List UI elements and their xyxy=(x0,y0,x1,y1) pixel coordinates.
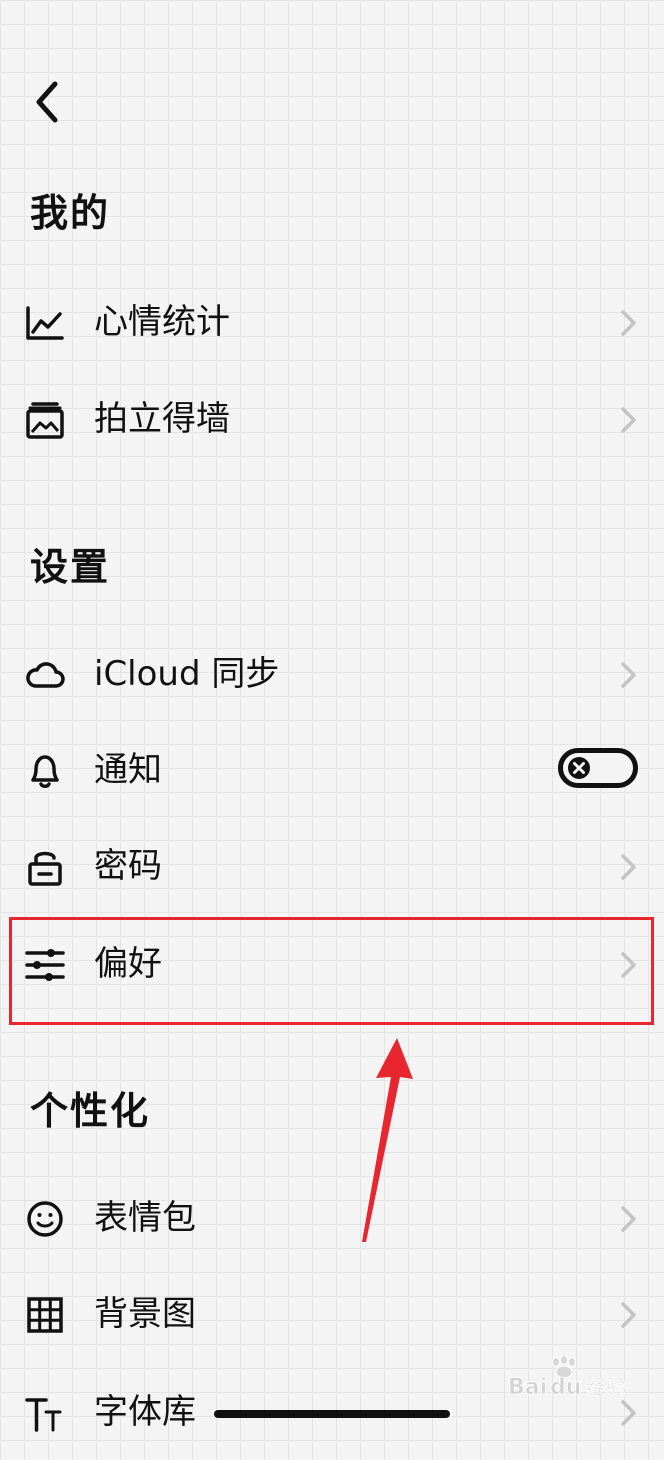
notifications-toggle[interactable] xyxy=(558,748,638,788)
svg-text:du: du xyxy=(550,1375,581,1400)
menu-item-label: 密码 xyxy=(94,846,162,886)
chevron-right-icon xyxy=(621,1206,636,1232)
menu-item-password[interactable]: 密码 xyxy=(0,818,664,914)
svg-text:Bai: Bai xyxy=(508,1375,547,1400)
grid-icon xyxy=(27,1297,63,1333)
menu-item-label: 心情统计 xyxy=(94,302,230,342)
chevron-right-icon xyxy=(621,407,636,433)
lock-icon xyxy=(28,851,62,886)
section-title-mine: 我的 xyxy=(30,191,111,235)
menu-item-icloud-sync[interactable]: iCloud 同步 xyxy=(0,626,664,722)
photo-album-icon xyxy=(26,402,64,439)
menu-item-label: 通知 xyxy=(94,750,162,790)
chevron-right-icon xyxy=(621,1400,636,1426)
menu-item-mood-stats[interactable]: 心情统计 xyxy=(0,274,664,370)
chevron-right-icon xyxy=(621,854,636,880)
menu-item-label: 背景图 xyxy=(94,1294,196,1334)
highlight-box xyxy=(9,917,654,1025)
svg-text:经验: 经验 xyxy=(586,1375,626,1399)
chevron-right-icon xyxy=(621,1302,636,1328)
menu-item-stickers[interactable]: 表情包 xyxy=(0,1170,664,1266)
bell-icon xyxy=(31,755,59,788)
annotation-arrow-icon xyxy=(362,1038,413,1242)
chart-line-icon xyxy=(26,306,64,340)
menu-item-notifications[interactable]: 通知 xyxy=(0,722,664,818)
chevron-right-icon xyxy=(621,662,636,688)
menu-item-backgrounds[interactable]: 背景图 xyxy=(0,1266,664,1362)
smiley-icon xyxy=(27,1201,63,1237)
cloud-icon xyxy=(26,662,65,688)
chevron-left-icon xyxy=(36,81,58,123)
watermark-logo: Bai du 经验 xyxy=(508,1356,626,1400)
section-title-settings: 设置 xyxy=(30,545,111,589)
home-indicator[interactable] xyxy=(214,1410,450,1418)
back-button[interactable] xyxy=(22,78,70,126)
menu-item-label: 拍立得墙 xyxy=(94,399,230,439)
menu-item-label: 字体库 xyxy=(94,1392,196,1432)
chevron-right-icon xyxy=(621,310,636,336)
menu-item-photo-wall[interactable]: 拍立得墙 xyxy=(0,371,664,467)
close-icon xyxy=(568,757,590,779)
section-title-personalize: 个性化 xyxy=(30,1089,151,1133)
menu-item-label: iCloud 同步 xyxy=(94,654,280,694)
menu-item-label: 表情包 xyxy=(94,1198,196,1238)
